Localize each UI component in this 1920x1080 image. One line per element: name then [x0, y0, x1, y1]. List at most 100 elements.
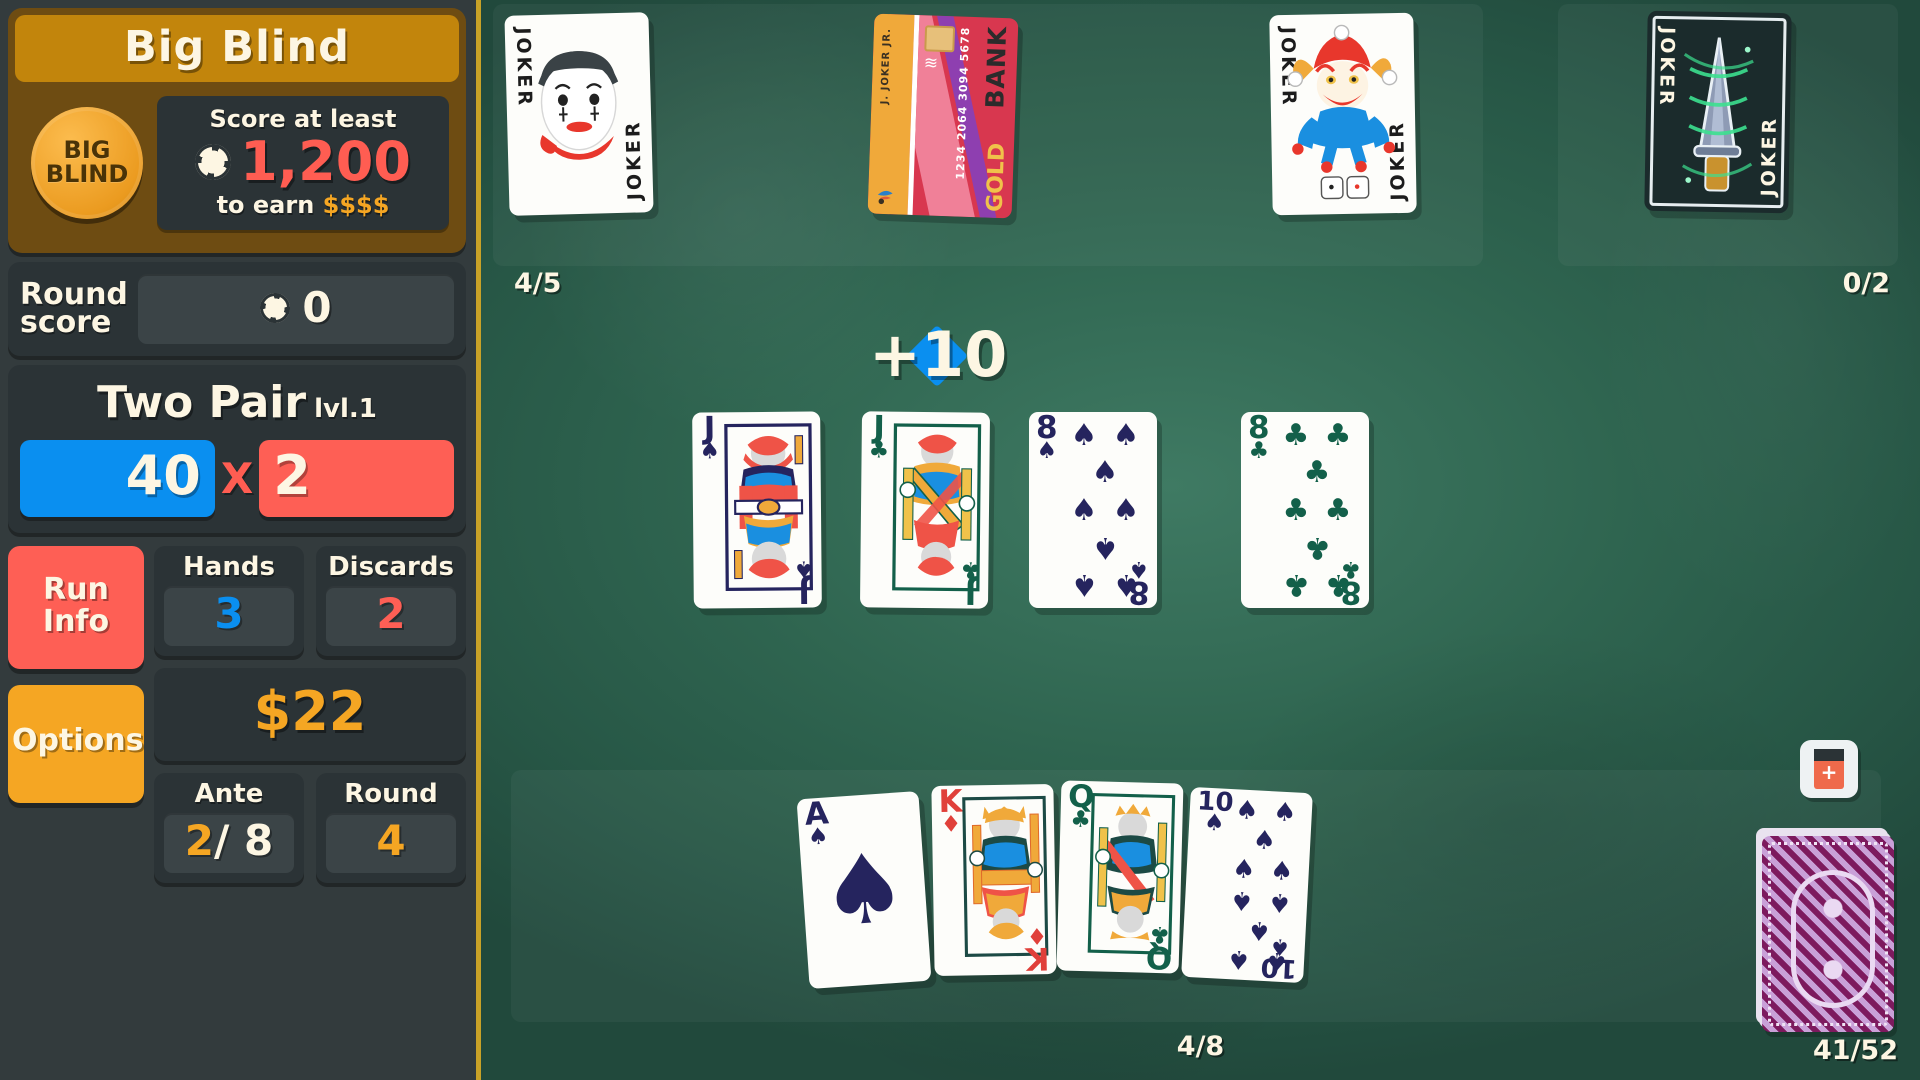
game-sidebar: Big Blind BIG BLIND Score at least 1,200…	[0, 0, 481, 1080]
credit-card-gold-text: GOLD	[982, 142, 1011, 213]
played-card-4[interactable]: 8 ♣ ♣ ♣ ♣ ♣ ♣ ♣ ♣ ♣ 8 ♣	[1241, 412, 1369, 608]
joker-card-3[interactable]: JOKER JOKER	[1269, 12, 1417, 216]
discards-value-box: 2	[326, 586, 456, 646]
pip: ♣	[1324, 418, 1352, 453]
discards-stat[interactable]: Discards 2	[316, 546, 466, 656]
poker-chip-icon	[260, 292, 291, 323]
multiply-symbol: X	[220, 454, 254, 503]
hand-card-3[interactable]: Q ♣ Q ♣	[1056, 780, 1184, 974]
card-suit: ♣	[1340, 555, 1362, 582]
sidebar-bottom: Run Info Options Hands 3 Discards 2 $22 …	[8, 542, 466, 1072]
round-stat[interactable]: Round 4	[316, 773, 466, 883]
sidebar-stats-column: Hands 3 Discards 2 $22 Ante 2/ 8 Round 4	[154, 546, 466, 883]
ante-value: 2	[184, 816, 215, 865]
pip: ♣	[1282, 567, 1310, 602]
played-card-1[interactable]: J ♠ J ♠	[692, 411, 822, 609]
pip: ♣	[1303, 529, 1331, 565]
sidebar-button-column: Run Info Options	[8, 546, 144, 803]
pip: ♠	[1070, 492, 1098, 528]
credit-card-right-face: ≋ BANK GOLD 1234 2064 3094 5678	[912, 15, 1019, 219]
blind-chip-token: BIG BLIND	[31, 107, 143, 219]
options-button[interactable]: Options	[8, 685, 144, 803]
round-score-label-line2: score	[20, 305, 112, 340]
credit-card-logo-icon	[874, 184, 897, 207]
played-card-2[interactable]: J ♣ J ♣	[859, 411, 991, 609]
pip: ♠	[1251, 825, 1277, 857]
pip: ♠	[1070, 418, 1098, 453]
required-score-value: 1,200	[240, 130, 411, 193]
poker-chip-icon	[195, 144, 232, 180]
played-card-3[interactable]: 8 ♠ ♠ ♠ ♠ ♠ ♠ ♠ ♠ ♠ 8 ♠	[1029, 412, 1157, 608]
poker-hand-name-row: Two Pair lvl.1	[20, 377, 454, 428]
round-value: 4	[376, 816, 406, 865]
deck-stack[interactable]	[1756, 828, 1894, 1032]
run-info-line2: Info	[42, 603, 110, 639]
ante-round-row: Ante 2/ 8 Round 4	[154, 773, 466, 883]
pip: ♠	[1229, 884, 1255, 916]
pip: ♠	[1269, 855, 1295, 888]
discards-label: Discards	[328, 552, 454, 582]
card-rank: J	[964, 574, 977, 609]
glowing-dagger-icon	[1681, 37, 1754, 192]
card-corner-top: J ♠	[699, 411, 720, 464]
pip: ♠	[1272, 797, 1298, 829]
deck-card-back	[1762, 836, 1894, 1032]
chips-mult-row: 40 X 2	[20, 440, 455, 517]
hand-card-2[interactable]: K ♦ K ♦	[931, 783, 1057, 977]
pip: ♣	[1282, 418, 1310, 453]
card-corner-bottom: 8 ♣	[1340, 555, 1362, 608]
ante-stat[interactable]: Ante 2/ 8	[154, 773, 304, 883]
money-panel[interactable]: $22	[154, 668, 466, 761]
hand-card-1[interactable]: A ♠ ♠	[796, 790, 932, 990]
blind-chip-line2: BLIND	[45, 160, 129, 188]
hands-value: 3	[214, 589, 244, 638]
card-suit: ♦	[1026, 921, 1048, 949]
game-table: 4/5 0/2 4/8 41/52 JOKER JOKER ≋ BANK GOL…	[481, 0, 1920, 1080]
pip: ♠	[1091, 529, 1119, 565]
card-suit: ♣	[960, 556, 982, 583]
joker-card-4[interactable]: JOKER JOKER	[1644, 10, 1792, 214]
blind-panel[interactable]: Big Blind BIG BLIND Score at least 1,200…	[8, 8, 466, 253]
card-rank: Q	[1145, 938, 1173, 974]
round-score-panel: Round score 0	[8, 262, 466, 356]
hands-value-box: 3	[164, 586, 294, 646]
round-score-label: Round score	[20, 279, 128, 340]
card-corner-bottom: K ♦	[1025, 921, 1050, 976]
poker-hand-panel: Two Pair lvl.1 40 X 2	[8, 365, 466, 533]
poker-hand-name: Two Pair	[97, 377, 307, 428]
hands-stat[interactable]: Hands 3	[154, 546, 304, 656]
booster-inner: +	[1814, 749, 1844, 789]
ante-value-box: 2/ 8	[164, 813, 294, 873]
run-info-button[interactable]: Run Info	[8, 546, 144, 669]
hand-slot-count: 4/8	[1176, 1031, 1225, 1062]
deck-count: 41/52	[1812, 1035, 1898, 1066]
pip: ♠	[1112, 418, 1140, 453]
joker-card-1[interactable]: JOKER JOKER	[504, 12, 654, 216]
blind-title: Big Blind	[15, 15, 459, 82]
discards-value: 2	[376, 589, 406, 638]
pip: ♣	[1282, 492, 1310, 528]
pip: ♠	[1070, 567, 1098, 602]
joker-slot-count: 4/5	[514, 268, 562, 299]
pip: ♣	[1303, 455, 1331, 491]
blind-body: BIG BLIND Score at least 1,200 to earn $…	[15, 82, 459, 246]
pip: ♠	[1112, 492, 1140, 528]
round-score-value-box: 0	[137, 274, 454, 344]
card-suit: ♠	[1128, 555, 1150, 582]
joker-card-2[interactable]: ≋ BANK GOLD 1234 2064 3094 5678 J. JOKER…	[867, 13, 1019, 219]
card-corner-bottom: 10 ♠	[1260, 933, 1298, 983]
pip: ♣	[1324, 492, 1352, 528]
card-corner-bottom: Q ♣	[1145, 920, 1173, 974]
booster-pack-icon[interactable]: +	[1800, 740, 1858, 798]
ante-max: / 8	[214, 816, 274, 865]
consumable-slot-count: 0/2	[1842, 268, 1890, 299]
plus-icon: +	[1820, 760, 1838, 785]
pip: ♠	[1267, 886, 1293, 918]
score-popup-value: +10	[869, 318, 1008, 391]
card-corner-top: J ♣	[868, 411, 890, 464]
card-suit: ♠	[1036, 438, 1058, 465]
hand-card-4[interactable]: 10 ♠ ♠ ♠ ♠ ♠ ♠ ♠ ♠ ♠ ♠ ♠ 10 ♠	[1181, 786, 1313, 984]
card-corner-bottom: 8 ♠	[1128, 555, 1150, 608]
score-popup: +10	[869, 318, 1007, 391]
blind-requirement: Score at least 1,200 to earn $$$$	[157, 96, 449, 230]
